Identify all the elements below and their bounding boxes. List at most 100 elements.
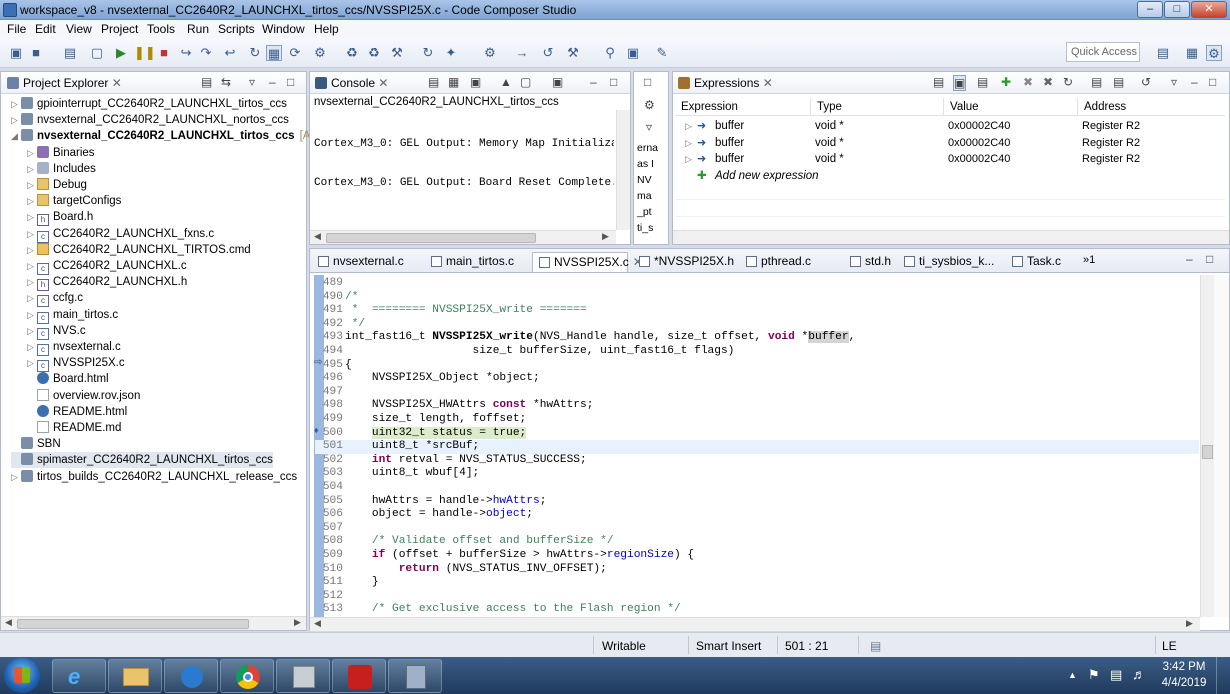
- step-into-icon[interactable]: ↪: [178, 45, 194, 61]
- code-line[interactable]: 491 * ======== NVSSPI25X_write =======: [315, 304, 1199, 318]
- tab-console[interactable]: Console ✕: [315, 76, 388, 90]
- minimize-editor-icon[interactable]: –: [1186, 252, 1193, 266]
- new-icon[interactable]: ▣: [8, 45, 24, 61]
- clock-time[interactable]: 3:42 PM: [1158, 661, 1210, 673]
- tree-collapsed-icon[interactable]: ▷: [11, 112, 21, 128]
- menu-file[interactable]: File: [7, 22, 26, 36]
- tree-item[interactable]: ▷ gpiointerrupt_CC2640R2_LAUNCHXL_tirtos_…: [11, 96, 287, 112]
- code-line[interactable]: 512: [315, 590, 1199, 604]
- expand-arrow-icon[interactable]: ▷: [685, 151, 692, 167]
- column-type[interactable]: Type: [811, 98, 944, 116]
- tree-item[interactable]: ▷ targetConfigs: [27, 193, 121, 209]
- build-progress-icon[interactable]: ▤: [870, 639, 881, 653]
- code-editor[interactable]: 489 490/* 491 * ======== NVSSPI25X_write =…: [315, 275, 1199, 617]
- tree-collapsed-icon[interactable]: ▷: [27, 355, 37, 371]
- code-line[interactable]: 501 uint8_t *srcBuf;: [315, 440, 1199, 454]
- pin-console-icon[interactable]: ▲: [500, 75, 512, 89]
- tree-collapsed-icon[interactable]: ▷: [27, 193, 37, 209]
- view-menu-icon[interactable]: ▿: [1171, 75, 1177, 89]
- code-line[interactable]: 510 return (NVS_STATUS_INV_OFFSET);: [315, 563, 1199, 577]
- maximize-view-icon[interactable]: □: [287, 75, 294, 89]
- export-icon[interactable]: ▤: [1113, 75, 1124, 89]
- minimize-view-icon[interactable]: –: [1191, 75, 1198, 89]
- expand-arrow-icon[interactable]: ▷: [685, 135, 692, 151]
- clock-date[interactable]: 4/4/2019: [1158, 677, 1210, 689]
- tree-item[interactable]: ▷ Includes: [27, 161, 96, 177]
- remove-all-icon[interactable]: ✖: [1043, 75, 1053, 89]
- editor-tab[interactable]: std.h: [844, 252, 894, 272]
- save-all-icon[interactable]: ▤: [62, 45, 78, 61]
- show-type-names-icon[interactable]: ▤: [933, 75, 944, 89]
- expression-row[interactable]: ▷ ➜ buffer void * 0x00002C40 Register R2: [675, 118, 1225, 134]
- taskbar-code-composer[interactable]: [276, 659, 330, 693]
- editor-horizontal-scrollbar[interactable]: ◀ ▶: [310, 617, 1200, 631]
- perspective-ccs-debug-icon[interactable]: ⚙: [1206, 45, 1222, 61]
- reset-icon[interactable]: ↻: [247, 45, 263, 61]
- menu-window[interactable]: Window: [262, 22, 305, 36]
- refresh-icon[interactable]: ↻: [1063, 75, 1073, 89]
- step-return-icon[interactable]: ↩: [222, 45, 238, 61]
- continuous-refresh-icon[interactable]: ↺: [1141, 75, 1151, 89]
- tree-collapsed-icon[interactable]: ▷: [27, 339, 37, 355]
- outline-item[interactable]: _pt: [637, 204, 658, 220]
- code-line[interactable]: 502 int retval = NVS_STATUS_SUCCESS;: [315, 454, 1199, 468]
- menu-run[interactable]: Run: [187, 22, 209, 36]
- expression-value[interactable]: 0x00002C40: [948, 135, 1010, 151]
- quick-access-input[interactable]: Quick Access: [1066, 42, 1140, 62]
- open-console-icon[interactable]: ▣: [552, 75, 563, 89]
- tree-item[interactable]: ▷ h CC2640R2_LAUNCHXL.h: [27, 274, 187, 292]
- code-line[interactable]: 504: [315, 481, 1199, 495]
- tree-item[interactable]: ▷ c NVSSPI25X.c: [27, 355, 125, 373]
- editor-tab[interactable]: nvsexternal.c: [312, 252, 419, 272]
- search-icon[interactable]: ⚲: [602, 45, 618, 61]
- editor-scroll-thumb[interactable]: [1202, 445, 1213, 459]
- outline-item[interactable]: erna: [637, 140, 658, 156]
- column-address[interactable]: Address: [1078, 98, 1225, 116]
- menu-project[interactable]: Project: [101, 22, 138, 36]
- link-editor-icon[interactable]: ⇆: [221, 75, 231, 89]
- tree-collapsed-icon[interactable]: ▷: [27, 177, 37, 193]
- refresh-icon[interactable]: ↻: [420, 45, 436, 61]
- menu-edit[interactable]: Edit: [35, 22, 56, 36]
- tree-item[interactable]: SBN: [11, 436, 61, 452]
- taskbar-file-explorer[interactable]: [108, 659, 162, 693]
- view-menu-icon[interactable]: ▿: [646, 120, 652, 134]
- new-project-icon[interactable]: ✦: [443, 45, 459, 61]
- explorer-horizontal-scrollbar[interactable]: ◀ ▶: [1, 616, 306, 630]
- tree-item[interactable]: overview.rov.json: [27, 388, 140, 404]
- expression-row[interactable]: ▷ ➜ buffer void * 0x00002C40 Register R2: [675, 151, 1225, 167]
- menu-tools[interactable]: Tools: [147, 22, 175, 36]
- code-line[interactable]: 493 int_fast16_t NVSSPI25X_write(NVS_Hand…: [315, 331, 1199, 345]
- import-icon[interactable]: ▤: [1091, 75, 1102, 89]
- tree-item[interactable]: ▷ h Board.h: [27, 209, 93, 227]
- tree-item[interactable]: ▷ c CC2640R2_LAUNCHXL_fxns.c: [27, 226, 214, 243]
- editor-vertical-scrollbar[interactable]: [1200, 275, 1214, 617]
- tree-collapsed-icon[interactable]: ▷: [27, 209, 37, 225]
- tree-item[interactable]: ▷ c main_tirtos.c: [27, 307, 118, 324]
- save-icon[interactable]: ■: [28, 45, 44, 61]
- debug-icon[interactable]: ⚙: [312, 45, 328, 61]
- editor-tab[interactable]: NVSSPI25X.c ✕: [532, 252, 643, 272]
- tree-item[interactable]: ▷ CC2640R2_LAUNCHXL_TIRTOS.cmd: [27, 242, 251, 258]
- add-expression-icon[interactable]: ✚: [1001, 75, 1011, 89]
- build-icon[interactable]: ⚒: [389, 45, 405, 61]
- clear-console-icon[interactable]: ▤: [428, 75, 439, 89]
- taskbar-media-player[interactable]: [164, 659, 218, 693]
- taskbar-calculator[interactable]: [388, 659, 442, 693]
- code-line[interactable]: 490/*: [315, 291, 1199, 305]
- cycle-icon[interactable]: ↺: [540, 45, 556, 61]
- editor-tab[interactable]: *NVSSPI25X.h: [633, 252, 735, 272]
- show-desktop-button[interactable]: [1216, 657, 1230, 694]
- outline-item[interactable]: ma: [637, 188, 658, 204]
- open-perspective-icon[interactable]: ▤: [1155, 45, 1171, 61]
- tree-item[interactable]: ◢ nvsexternal_CC2640R2_LAUNCHXL_tirtos_cc…: [11, 128, 328, 144]
- restart-icon[interactable]: ⟳: [287, 45, 303, 61]
- code-line[interactable]: 509 if (offset + bufferSize > hwAttrs->r…: [315, 549, 1199, 563]
- arrow-right-icon[interactable]: →: [514, 45, 530, 61]
- tree-collapsed-icon[interactable]: ▷: [27, 258, 37, 274]
- tree-collapsed-icon[interactable]: ▷: [27, 242, 37, 258]
- maximize-button[interactable]: □: [1164, 1, 1190, 18]
- tree-item[interactable]: ▷ Debug: [27, 177, 87, 193]
- outline-item[interactable]: NV: [637, 172, 658, 188]
- outline-item[interactable]: as I: [637, 156, 658, 172]
